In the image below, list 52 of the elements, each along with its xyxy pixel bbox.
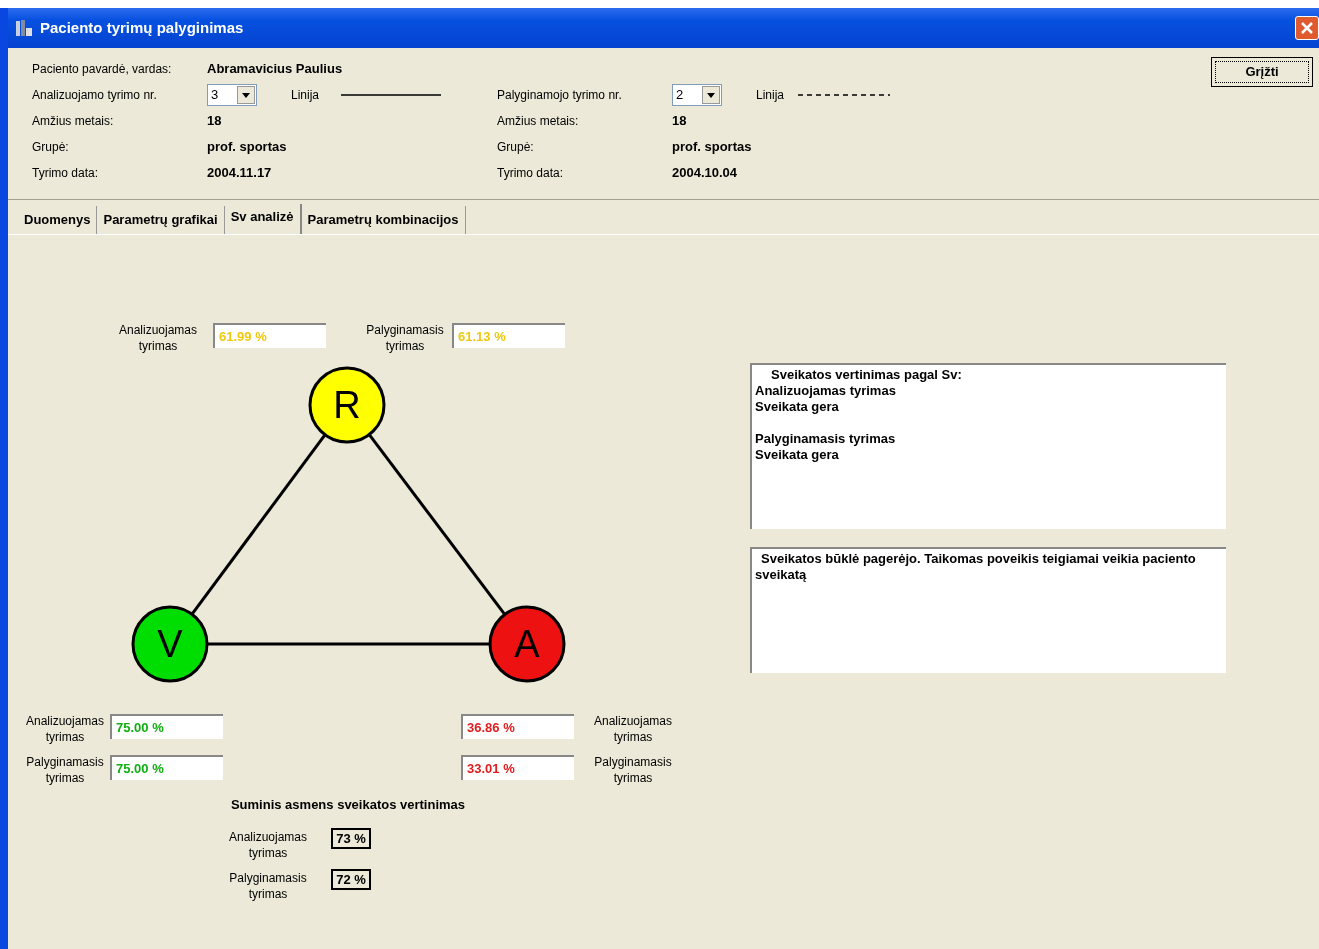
field-label: Paciento pavardė, vardas: <box>32 61 173 78</box>
reading-field: 36.86 % <box>461 713 574 739</box>
tab[interactable]: Parametrų grafikai <box>97 206 225 234</box>
field-value: 18 <box>207 112 222 131</box>
node-letter: V <box>157 622 183 665</box>
reading-label: Palyginamasis tyrimas <box>365 321 445 354</box>
line-label: Linija <box>291 87 320 104</box>
reading-field: 61.99 % <box>213 322 326 348</box>
field-label: Grupė: <box>32 139 70 156</box>
close-button[interactable] <box>1295 16 1319 40</box>
reading-label: Analizuojamas tyrimas <box>592 712 673 745</box>
reading-field: 61.13 % <box>452 322 565 348</box>
study-number-dropdown[interactable]: 3 <box>207 84 257 106</box>
reading-label: Analizuojamas tyrimas <box>24 712 105 745</box>
field-label: Tyrimo data: <box>497 165 565 182</box>
app-icon <box>14 18 34 38</box>
field-value: prof. sportas <box>207 138 287 157</box>
reading-field: 75.00 % <box>110 754 223 780</box>
reading-label: Palyginamasis tyrimas <box>593 753 673 786</box>
assessment-text: Sveikatos vertinimas pagal Sv: Analizuojamas tyrimas Sveikata gera Palyginamasis tyrimas Sveikata gera <box>750 362 1226 529</box>
field-value: prof. sportas <box>672 138 752 157</box>
study-number-dropdown[interactable]: 2 <box>672 84 722 106</box>
node-letter: A <box>514 622 540 665</box>
summary-title: Suminis asmens sveikatos vertinimas <box>229 795 467 814</box>
field-label: Palyginamojo tyrimo nr. <box>497 87 623 104</box>
dropdown-arrow-icon <box>242 92 250 98</box>
field-value: 18 <box>672 112 687 131</box>
field-label: Tyrimo data: <box>32 165 100 182</box>
field-value: 2004.10.04 <box>672 164 738 183</box>
reading-field: 33.01 % <box>461 754 574 780</box>
line-label: Linija <box>756 87 785 104</box>
dropdown-arrow-icon <box>707 92 715 98</box>
field-label: Analizuojamo tyrimo nr. <box>32 87 158 104</box>
field-label: Amžius metais: <box>497 113 580 130</box>
summary-value: 72 % <box>331 868 371 890</box>
window-title: Paciento tyrimų palyginimas <box>40 17 244 38</box>
field-label: Amžius metais: <box>32 113 115 130</box>
reading-field: 75.00 % <box>110 713 223 739</box>
tab[interactable]: Parametrų kombinacijos <box>301 206 466 234</box>
field-value: 2004.11.17 <box>207 164 272 183</box>
back-button[interactable]: Grįžti <box>1211 57 1313 87</box>
node-letter: R <box>333 383 361 426</box>
summary-label: Palyginamasis tyrimas <box>228 869 308 902</box>
patient-name: Abramavicius Paulius <box>207 60 343 79</box>
close-icon <box>1300 21 1314 35</box>
reading-label: Analizuojamas tyrimas <box>117 321 198 354</box>
tab[interactable]: Duomenys <box>18 206 98 234</box>
conclusion-text: Sveikatos būklė pagerėjo. Taikomas poveikis teigiamai veikia paciento sveikatą <box>750 546 1226 673</box>
reading-label: Palyginamasis tyrimas <box>25 753 105 786</box>
summary-value: 73 % <box>331 827 371 849</box>
summary-label: Analizuojamas tyrimas <box>227 828 308 861</box>
field-label: Grupė: <box>497 139 535 156</box>
